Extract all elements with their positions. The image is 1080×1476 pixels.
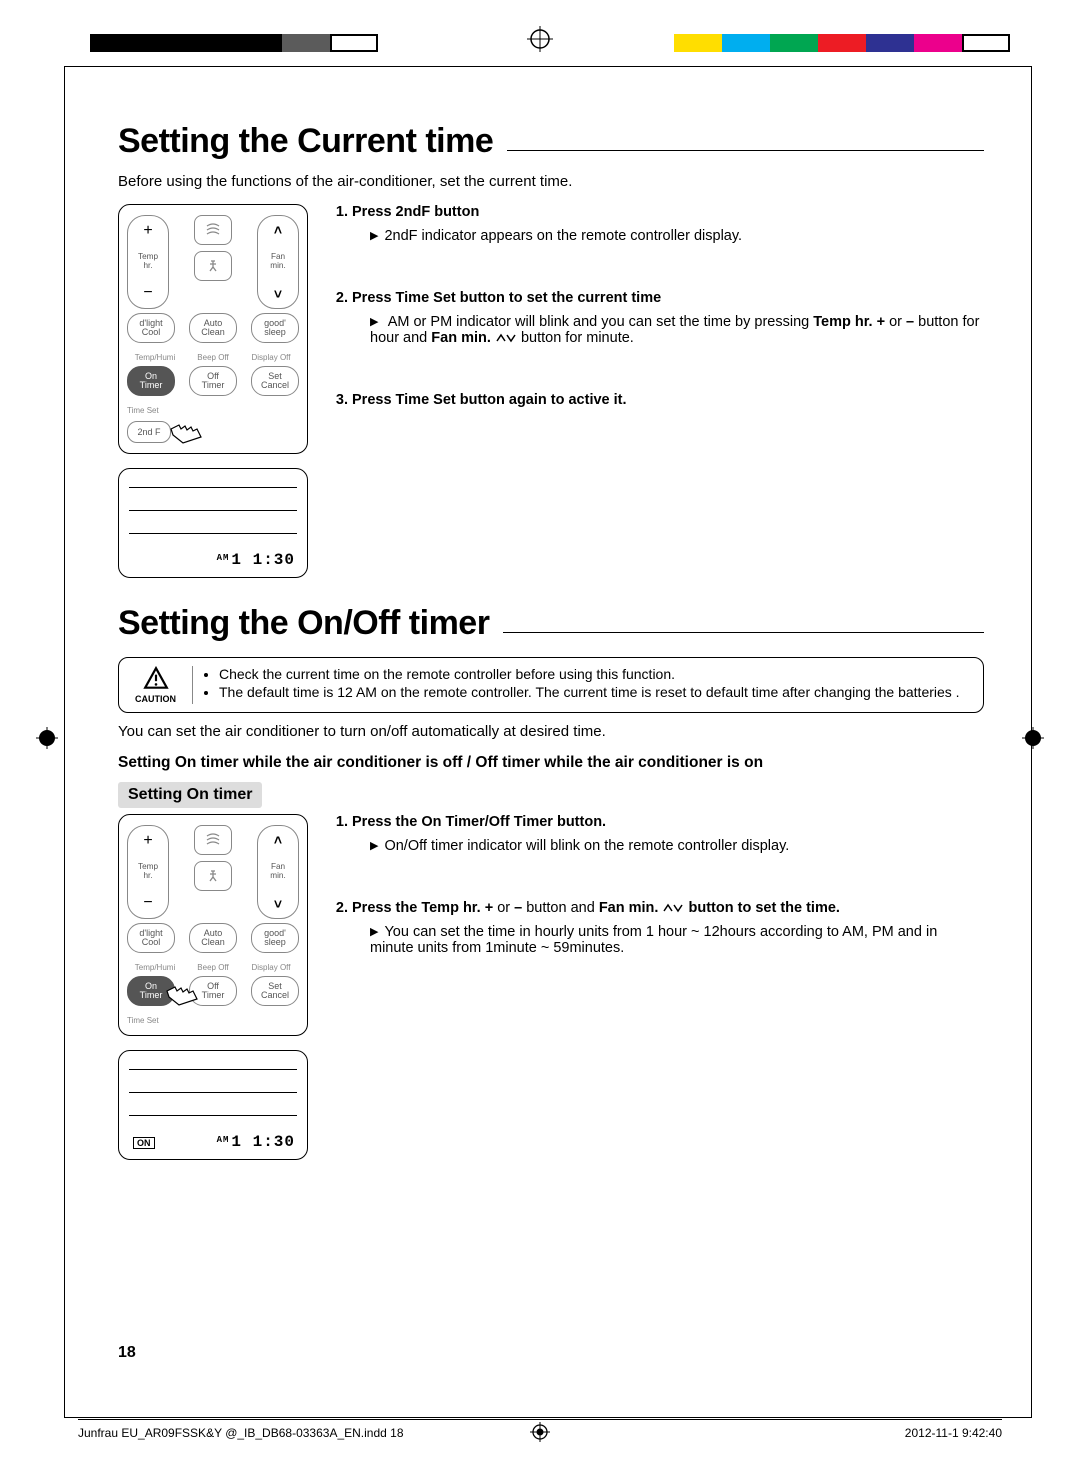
up-down-arrows-icon xyxy=(495,330,517,346)
step-1: Press 2ndF button 2ndF indicator appears… xyxy=(352,204,984,244)
fan-min-button-2: ˄ Fan min. ˅ xyxy=(257,825,299,919)
heading-setting-current-time: Setting the Current time xyxy=(118,122,493,161)
pointer-hand-icon xyxy=(167,421,207,447)
up-icon: ˄ xyxy=(274,222,282,238)
good-sleep-button: good' sleep xyxy=(251,313,299,343)
setting-on-timer-tag: Setting On timer xyxy=(118,782,262,808)
swing-button xyxy=(194,215,232,245)
temp-hr-button: + Temp hr. − xyxy=(127,215,169,309)
print-colorbar-right xyxy=(674,34,1010,52)
footer-date: 2012-11-1 9:42:40 xyxy=(905,1426,1002,1440)
display-clock-1: AM1 1:30 xyxy=(217,551,295,569)
temp-hr-button-2: + Temp hr. − xyxy=(127,825,169,919)
temp-hr-label: Temp hr. xyxy=(138,253,158,270)
set-cancel-button: Set Cancel xyxy=(251,366,299,396)
dlight-cool-button: d'light Cool xyxy=(127,313,175,343)
fan-min-button: ˄ Fan min. ˅ xyxy=(257,215,299,309)
dlight-cool-button-2: d'light Cool xyxy=(127,923,175,953)
section2-sub-heading: Setting On timer while the air condition… xyxy=(118,754,984,772)
on-timer-button-2: On Timer xyxy=(127,976,175,1006)
section1-steps: Press 2ndF button 2ndF indicator appears… xyxy=(330,204,984,408)
section2-steps: Press the On Timer/Off Timer button. On/… xyxy=(330,814,984,956)
on-timer-button: On Timer xyxy=(127,366,175,396)
page-number: 18 xyxy=(118,1344,136,1362)
display-off-label: Display Off xyxy=(243,353,299,362)
plus-icon: + xyxy=(143,832,152,850)
display-clock-2: AM1 1:30 xyxy=(217,1133,295,1151)
page-content: Setting the Current time Before using th… xyxy=(118,122,984,1356)
fan-min-label: Fan min. xyxy=(270,253,285,270)
2ndf-button: 2nd F xyxy=(127,421,171,443)
remote-display-1: AM1 1:30 xyxy=(118,468,308,578)
step1-bullet: 2ndF indicator appears on the remote con… xyxy=(352,228,984,244)
swing-icon xyxy=(204,833,222,847)
footer-file: Junfrau EU_AR09FSSK&Y @_IB_DB68-03363A_E… xyxy=(78,1426,404,1440)
swing-button-2 xyxy=(194,825,232,855)
s2-step1-bullet: On/Off timer indicator will blink on the… xyxy=(352,838,984,854)
remote-display-2: ON AM1 1:30 xyxy=(118,1050,308,1160)
plus-icon: + xyxy=(143,222,152,240)
swing-icon xyxy=(204,223,222,237)
caution-list: Check the current time on the remote con… xyxy=(203,666,960,704)
s2-step-2: Press the Temp hr. + or – button and Fan… xyxy=(352,900,984,956)
remote-illustration-2: + Temp hr. − ˄ Fan min. ˅ d'lig xyxy=(118,814,308,1036)
heading-rule-2 xyxy=(503,632,984,633)
off-timer-button: Off Timer xyxy=(189,366,237,396)
temp-humi-label: Temp/Humi xyxy=(127,353,183,362)
caution-box: CAUTION Check the current time on the re… xyxy=(118,657,984,713)
time-set-label: Time Set xyxy=(127,406,159,415)
print-colorbar-left xyxy=(90,34,378,52)
registration-mark-bottom xyxy=(530,1422,550,1442)
down-icon: ˅ xyxy=(274,286,282,302)
auto-clean-button: Auto Clean xyxy=(189,313,237,343)
down-icon: ˅ xyxy=(274,896,282,912)
person-icon xyxy=(205,868,221,884)
s2-step2-bullet: You can set the time in hourly units fro… xyxy=(352,924,984,956)
registration-mark-left xyxy=(36,727,58,749)
set-cancel-button-2: Set Cancel xyxy=(251,976,299,1006)
step-2: Press Time Set button to set the current… xyxy=(352,290,984,346)
good-sleep-button-2: good' sleep xyxy=(251,923,299,953)
caution-icon: CAUTION xyxy=(127,666,193,704)
step-3: Press Time Set button again to active it… xyxy=(352,392,984,408)
person-icon xyxy=(205,258,221,274)
registration-mark-top xyxy=(527,26,553,52)
beep-off-label: Beep Off xyxy=(185,353,241,362)
caution-item-1: Check the current time on the remote con… xyxy=(219,666,960,682)
mode-button-2 xyxy=(194,861,232,891)
step2-bullet: AM or PM indicator will blink and you ca… xyxy=(352,314,984,346)
section1-intro: Before using the functions of the air-co… xyxy=(118,173,984,190)
remote-illustration-1: + Temp hr. − ˄ Fan min. xyxy=(118,204,308,454)
up-icon: ˄ xyxy=(274,832,282,848)
on-indicator: ON xyxy=(133,1137,155,1149)
mode-button xyxy=(194,251,232,281)
caution-item-2: The default time is 12 AM on the remote … xyxy=(219,684,960,700)
auto-clean-button-2: Auto Clean xyxy=(189,923,237,953)
heading-setting-on-off-timer: Setting the On/Off timer xyxy=(118,604,489,643)
off-timer-button-2: Off Timer xyxy=(189,976,237,1006)
up-down-arrows-icon-2 xyxy=(662,900,684,916)
s2-step-1: Press the On Timer/Off Timer button. On/… xyxy=(352,814,984,854)
minus-icon: − xyxy=(143,894,152,912)
heading-rule xyxy=(507,150,984,151)
minus-icon: − xyxy=(143,284,152,302)
footer: Junfrau EU_AR09FSSK&Y @_IB_DB68-03363A_E… xyxy=(78,1419,1002,1440)
section2-intro: You can set the air conditioner to turn … xyxy=(118,723,984,740)
